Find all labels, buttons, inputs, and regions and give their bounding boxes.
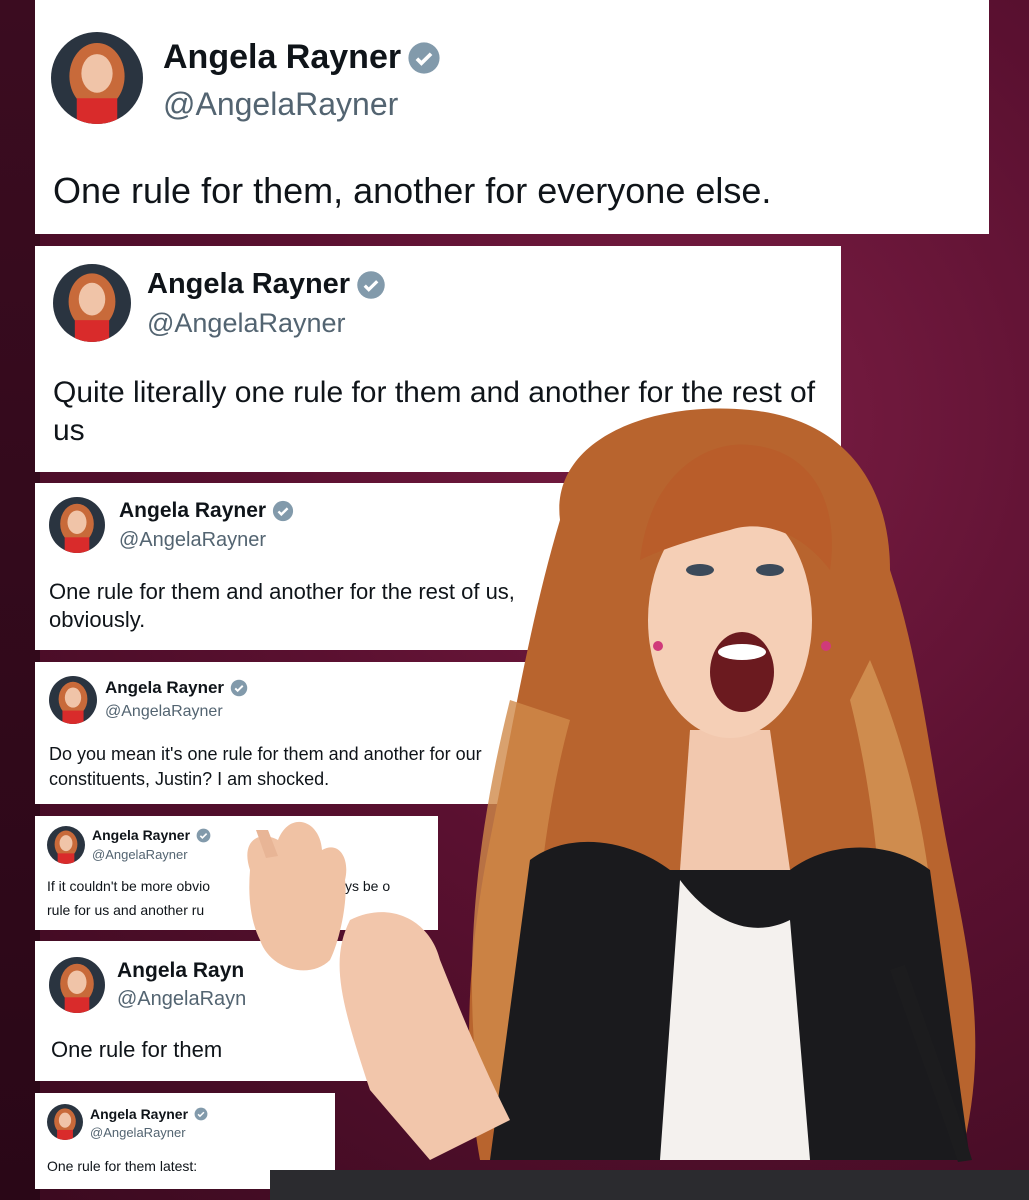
avatar-image [47, 826, 85, 864]
verified-badge-icon [196, 828, 211, 842]
woman-shouting-photo [247, 408, 1029, 1200]
author-name[interactable]: Angela Rayner [147, 268, 386, 301]
avatar[interactable] [47, 1104, 83, 1140]
author-name[interactable]: Angela Rayner [105, 678, 248, 698]
author-handle[interactable]: @AngelaRayner [90, 1125, 186, 1140]
verified-badge-icon [194, 1107, 208, 1121]
author-handle[interactable]: @AngelaRayner [147, 308, 346, 339]
author-handle[interactable]: @AngelaRayner [92, 847, 188, 862]
author-name[interactable]: Angela Rayner [92, 827, 211, 843]
tweet-text: One rule for them, another for everyone … [53, 170, 772, 211]
tweet-text: One rule for them latest: [47, 1158, 198, 1174]
tweet-text-line-1: If it couldn't be more obvio [47, 878, 210, 894]
tweet-card-1[interactable]: Angela Rayner @AngelaRayner One rule for… [35, 0, 989, 234]
avatar-image [51, 32, 143, 124]
avatar[interactable] [51, 32, 143, 124]
podium [270, 1170, 1029, 1200]
avatar[interactable] [49, 676, 97, 724]
author-handle[interactable]: @AngelaRayner [105, 703, 223, 721]
tweet-text-line-2: rule for us and another ru [47, 902, 205, 918]
avatar-image [49, 497, 105, 553]
avatar[interactable] [53, 264, 131, 342]
avatar-image [49, 957, 105, 1013]
author-name[interactable]: Angela Rayner [90, 1106, 208, 1122]
verified-badge-icon [408, 41, 440, 74]
author-name[interactable]: Angela Rayn [117, 959, 244, 983]
author-name[interactable]: Angela Rayner [163, 38, 441, 77]
avatar-image [47, 1104, 83, 1140]
background-shade [0, 0, 40, 1200]
avatar[interactable] [49, 497, 105, 553]
avatar[interactable] [47, 826, 85, 864]
avatar-image [49, 676, 97, 724]
avatar-image [53, 264, 131, 342]
author-handle[interactable]: @AngelaRayn [117, 988, 246, 1011]
avatar[interactable] [49, 957, 105, 1013]
author-handle[interactable]: @AngelaRayner [163, 86, 398, 123]
tweet-text: One rule for them [51, 1037, 223, 1062]
verified-badge-icon [357, 270, 385, 299]
